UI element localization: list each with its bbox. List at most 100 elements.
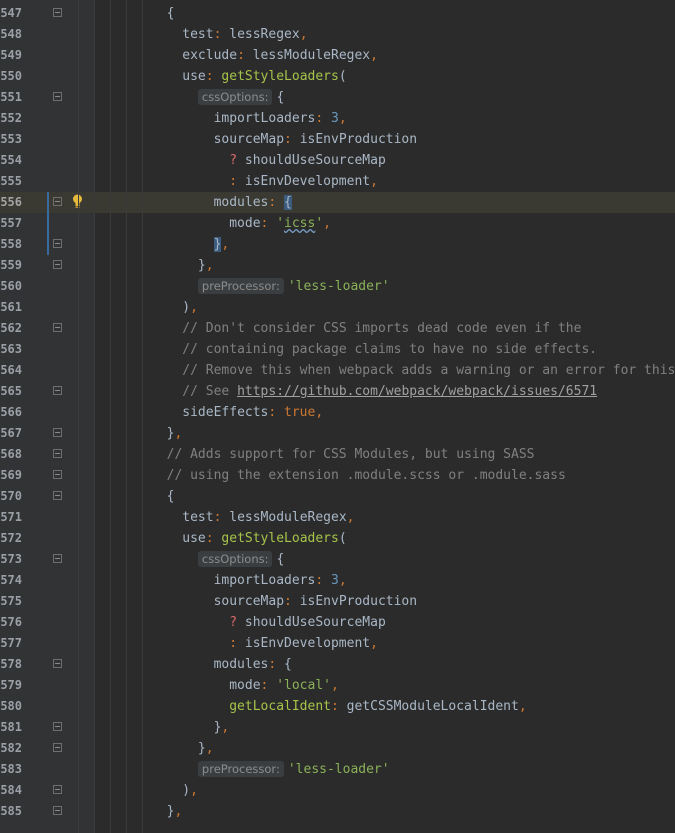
code-line[interactable]: 578 modules: { (0, 654, 675, 675)
code-line[interactable]: 583 preProcessor:'less-loader' (0, 759, 675, 780)
fold-marker-icon[interactable] (53, 260, 62, 269)
fold-marker-icon[interactable] (53, 554, 62, 563)
code-editor[interactable]: 547 {548 test: lessRegex, 549 exclude: le… (0, 0, 675, 833)
fold-marker-icon[interactable] (53, 491, 62, 500)
code-line[interactable]: 557 mode: 'icss', (0, 213, 675, 234)
url-link[interactable]: https://github.com/webpack/webpack/issue… (237, 384, 597, 399)
code-line[interactable]: 561 ), (0, 297, 675, 318)
code-line[interactable]: 582 }, (0, 738, 675, 759)
fold-marker-icon[interactable] (53, 470, 62, 479)
code-line[interactable]: 558 }, (0, 234, 675, 255)
line-number: 573 (0, 552, 22, 566)
line-number: 547 (0, 6, 22, 20)
fold-marker-icon[interactable] (53, 386, 62, 395)
code-token: { (166, 489, 175, 504)
line-number: 574 (0, 573, 22, 587)
fold-marker-icon[interactable] (53, 449, 62, 458)
code-token: 3 (330, 573, 339, 588)
code-line[interactable]: 551 cssOptions:{ (0, 87, 675, 108)
fold-marker-icon[interactable] (53, 722, 62, 731)
code-token: : (260, 678, 277, 693)
indent-guide (126, 0, 127, 833)
indent-guide (142, 0, 143, 833)
code-line[interactable]: 555 : isEnvDevelopment, (0, 171, 675, 192)
code-text: sourceMap: isEnvProduction (104, 591, 418, 612)
code-line[interactable]: 547 { (0, 3, 675, 24)
code-line[interactable]: 554 ? shouldUseSourceMap (0, 150, 675, 171)
code-token: shouldUseSourceMap (244, 615, 386, 630)
code-token: // using the extension .module.scss or .… (166, 468, 566, 483)
code-text: { (104, 486, 175, 507)
code-token: , (190, 783, 198, 798)
line-number: 560 (0, 279, 22, 293)
code-line[interactable]: 571 test: lessModuleRegex, (0, 507, 675, 528)
code-line[interactable]: 569 // using the extension .module.scss … (0, 465, 675, 486)
code-line[interactable]: 552 importLoaders: 3, (0, 108, 675, 129)
code-token: ? (229, 153, 245, 168)
code-token: ) (182, 783, 191, 798)
code-line[interactable]: 577 : isEnvDevelopment, (0, 633, 675, 654)
parameter-hint: preProcessor: (197, 761, 284, 777)
fold-marker-icon[interactable] (53, 806, 62, 815)
code-token: icss (284, 216, 316, 231)
line-number: 561 (0, 300, 22, 314)
code-line[interactable]: 574 importLoaders: 3, (0, 570, 675, 591)
code-line[interactable]: 575 sourceMap: isEnvProduction (0, 591, 675, 612)
line-number: 571 (0, 510, 22, 524)
code-line[interactable]: 556 modules: { (0, 192, 675, 213)
code-line[interactable]: 580 getLocalIdent: getCSSModuleLocalIden… (0, 696, 675, 717)
fold-marker-icon[interactable] (53, 92, 62, 101)
code-line[interactable]: 566 sideEffects: true, (0, 402, 675, 423)
code-token: use (182, 69, 206, 84)
vcs-change-marker[interactable] (47, 192, 49, 255)
fold-marker-icon[interactable] (53, 8, 62, 17)
code-line[interactable]: 573 cssOptions:{ (0, 549, 675, 570)
code-line[interactable]: 549 exclude: lessModuleRegex, (0, 45, 675, 66)
code-token: ( (338, 69, 347, 84)
line-number: 580 (0, 699, 22, 713)
code-line[interactable]: 567 }, (0, 423, 675, 444)
code-token: { (276, 552, 285, 567)
code-line[interactable]: 562 // Don't consider CSS imports dead c… (0, 318, 675, 339)
code-token: : (284, 132, 300, 147)
code-token: , (370, 636, 378, 651)
code-line[interactable]: 550 use: getStyleLoaders( (0, 66, 675, 87)
code-line[interactable]: 553 sourceMap: isEnvProduction (0, 129, 675, 150)
code-line[interactable]: 560 preProcessor:'less-loader' (0, 276, 675, 297)
fold-marker-icon[interactable] (53, 323, 62, 332)
code-text: }, (104, 801, 183, 822)
code-text: // Don't consider CSS imports dead code … (104, 318, 581, 339)
code-line[interactable]: 564 // Remove this when webpack adds a w… (0, 360, 675, 381)
code-line[interactable]: 570 { (0, 486, 675, 507)
code-line[interactable]: 581 }, (0, 717, 675, 738)
code-line[interactable]: 563 // containing package claims to have… (0, 339, 675, 360)
fold-marker-icon[interactable] (53, 197, 62, 206)
code-line[interactable]: 584 ), (0, 780, 675, 801)
code-line[interactable]: 568 // Adds support for CSS Modules, but… (0, 444, 675, 465)
line-number: 557 (0, 216, 22, 230)
fold-marker-icon[interactable] (53, 239, 62, 248)
code-token: lessRegex (229, 27, 300, 42)
code-token: modules (213, 195, 269, 210)
line-number: 549 (0, 48, 22, 62)
code-line[interactable]: 585 }, (0, 801, 675, 822)
code-line[interactable]: 559 }, (0, 255, 675, 276)
fold-marker-icon[interactable] (53, 428, 62, 437)
code-line[interactable]: 579 mode: 'local', (0, 675, 675, 696)
fold-marker-icon[interactable] (53, 743, 62, 752)
code-text: preProcessor:'less-loader' (104, 276, 390, 297)
code-line[interactable]: 576 ? shouldUseSourceMap (0, 612, 675, 633)
fold-marker-icon[interactable] (53, 785, 62, 794)
code-line[interactable]: 565 // See https://github.com/webpack/we… (0, 381, 675, 402)
line-number: 548 (0, 27, 22, 41)
line-number: 581 (0, 720, 22, 734)
code-text: use: getStyleLoaders( (104, 66, 347, 87)
code-line[interactable]: 572 use: getStyleLoaders( (0, 528, 675, 549)
code-token: sourceMap (213, 132, 285, 147)
code-token: , (221, 720, 230, 735)
line-number: 584 (0, 783, 22, 797)
fold-marker-icon[interactable] (53, 659, 62, 668)
code-token: : (268, 405, 285, 420)
code-token: isEnvProduction (299, 594, 418, 609)
code-line[interactable]: 548 test: lessRegex, (0, 24, 675, 45)
